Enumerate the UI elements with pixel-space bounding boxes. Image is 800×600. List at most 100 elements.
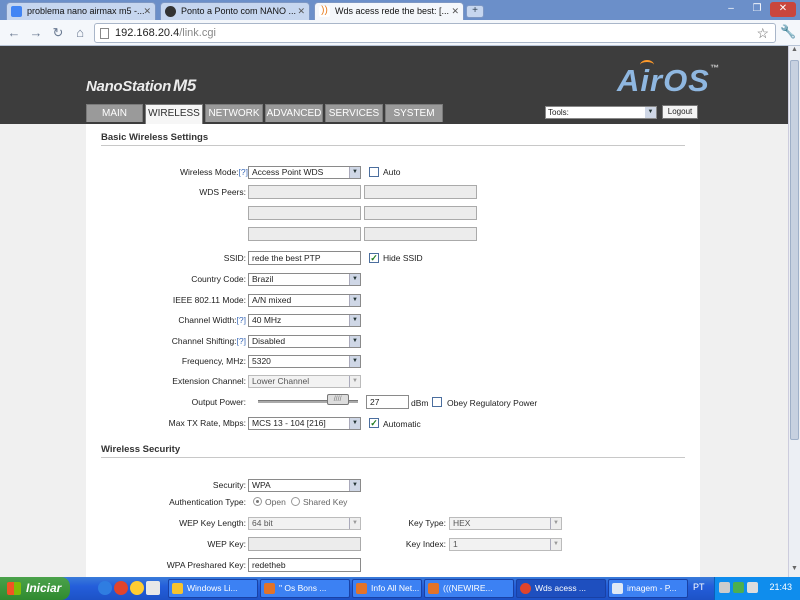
automatic-checkbox[interactable]: ✓ (369, 418, 379, 428)
page-scrollbar[interactable]: ▲ ▼ (788, 46, 800, 577)
tab-wireless[interactable]: WIRELESS (145, 104, 203, 124)
wpa-key-field[interactable]: redetheb (248, 558, 361, 572)
chevron-down-icon: ▼ (349, 376, 360, 387)
chevron-down-icon: ▼ (550, 539, 561, 550)
output-power-field[interactable]: 27 (366, 395, 409, 409)
wpa-key-label: WPA Preshared Key: (166, 560, 246, 570)
quicklaunch-icon[interactable] (146, 581, 160, 595)
new-tab-button[interactable]: + (466, 5, 484, 18)
taskbar-item[interactable]: Windows Li... (168, 579, 258, 598)
quicklaunch-icon[interactable] (130, 581, 144, 595)
auth-shared-label: Shared Key (303, 497, 348, 507)
forward-icon[interactable]: → (27, 24, 45, 42)
wds-peer-field[interactable] (364, 227, 477, 241)
wds-peer-field[interactable] (248, 206, 361, 220)
browser-tab-title: Ponto a Ponto com NANO ... (181, 6, 297, 16)
browser-tab[interactable]: problema nano airmax m5 -... ✕ (6, 2, 156, 20)
volume-icon[interactable] (747, 582, 758, 593)
extension-channel-select[interactable]: Lower Channel ▼ (248, 375, 361, 388)
browser-tab-active[interactable]: )) Wds acess rede the best: [... ✕ (314, 2, 464, 20)
wrench-icon[interactable]: 🔧 (780, 24, 796, 40)
scroll-up-icon[interactable]: ▲ (789, 46, 800, 58)
key-index-select[interactable]: 1 ▼ (449, 538, 562, 551)
wds-peers-label: WDS Peers: (199, 187, 246, 197)
chevron-down-icon: ▼ (349, 274, 360, 285)
url-text: 192.168.20.4/link.cgi (115, 27, 216, 39)
device-brand: NanoStation M5 (86, 76, 197, 95)
security-label: Security: (212, 480, 246, 490)
language-indicator[interactable]: PT (693, 582, 705, 592)
taskbar-item[interactable]: imagem - P... (608, 579, 688, 598)
tab-services[interactable]: SERVICES (325, 104, 383, 122)
chevron-down-icon: ▼ (349, 336, 360, 347)
forum-favicon-icon (165, 6, 176, 17)
taskbar-item-active[interactable]: Wds acess ... (516, 579, 606, 598)
windows-taskbar: Iniciar Windows Li... " Os Bons ... Info… (0, 577, 800, 600)
key-type-select[interactable]: HEX ▼ (449, 517, 562, 530)
close-icon[interactable]: ✕ (451, 3, 459, 20)
obey-regulatory-checkbox[interactable] (432, 397, 442, 407)
address-bar[interactable]: 192.168.20.4/link.cgi ☆ (94, 23, 776, 43)
browser-tab[interactable]: Ponto a Ponto com NANO ... ✕ (160, 2, 310, 20)
wds-peer-field[interactable] (364, 206, 477, 220)
auth-shared-radio[interactable] (291, 497, 300, 506)
security-select[interactable]: WPA ▼ (248, 479, 361, 492)
taskbar-item[interactable]: " Os Bons ... (260, 579, 350, 598)
tab-advanced[interactable]: ADVANCED (265, 104, 323, 122)
airos-header: NanoStation M5 AirOS™ MAIN WIRELESS NETWO… (0, 46, 788, 124)
section-title-security: Wireless Security (101, 444, 181, 455)
logout-button[interactable]: Logout (662, 105, 698, 119)
close-icon[interactable]: ✕ (143, 3, 151, 20)
dbm-unit-label: dBm (411, 398, 429, 408)
tools-dropdown[interactable]: Tools: ▼ (545, 106, 657, 119)
window-close-icon[interactable]: ✕ (770, 2, 796, 17)
help-link[interactable]: [?] (239, 167, 248, 177)
scroll-down-icon[interactable]: ▼ (789, 565, 800, 577)
help-link[interactable]: [?] (237, 315, 246, 325)
chrome-icon (520, 583, 531, 594)
tab-system[interactable]: SYSTEM (385, 104, 443, 122)
ieee-mode-select[interactable]: A/N mixed ▼ (248, 294, 361, 307)
tab-network[interactable]: NETWORK (205, 104, 263, 122)
reload-icon[interactable]: ↻ (49, 24, 67, 42)
chevron-down-icon: ▼ (349, 167, 360, 178)
slider-handle[interactable]: //// (326, 394, 349, 405)
star-icon[interactable]: ☆ (756, 25, 769, 42)
hide-ssid-checkbox[interactable]: ✓ (369, 253, 379, 263)
wds-peer-field[interactable] (248, 185, 361, 199)
auth-type-label: Authentication Type: (169, 497, 246, 507)
wireless-mode-label: Wireless Mode:[?] (179, 167, 248, 177)
tray-app-icon[interactable] (733, 582, 744, 593)
taskbar-item[interactable]: (((NEWIRE... (424, 579, 514, 598)
chrome-icon[interactable] (114, 581, 128, 595)
folder-icon (172, 583, 183, 594)
wds-peer-field[interactable] (364, 185, 477, 199)
help-link[interactable]: [?] (237, 336, 246, 346)
back-icon[interactable]: ← (5, 24, 23, 42)
start-button[interactable]: Iniciar (0, 577, 70, 600)
extension-channel-label: Extension Channel: (172, 376, 246, 386)
scrollbar-thumb[interactable] (790, 60, 799, 440)
wds-peer-field[interactable] (248, 227, 361, 241)
channel-shifting-select[interactable]: Disabled ▼ (248, 335, 361, 348)
frequency-select[interactable]: 5320 ▼ (248, 355, 361, 368)
country-code-select[interactable]: Brazil ▼ (248, 273, 361, 286)
home-icon[interactable]: ⌂ (71, 24, 89, 42)
close-icon[interactable]: ✕ (297, 3, 305, 20)
minimize-icon[interactable]: – (718, 2, 744, 17)
help-icon[interactable] (719, 582, 730, 593)
wireless-mode-select[interactable]: Access Point WDS ▼ (248, 166, 361, 179)
taskbar-item[interactable]: Info All Net... (352, 579, 422, 598)
ssid-field[interactable]: rede the best PTP (248, 251, 361, 265)
auto-checkbox[interactable] (369, 167, 379, 177)
maximize-icon[interactable]: ❐ (744, 2, 770, 17)
auto-label: Auto (383, 167, 401, 177)
browser-tab-title: Wds acess rede the best: [... (335, 6, 450, 16)
output-power-label: Output Power: (191, 397, 246, 407)
auth-open-radio[interactable] (253, 497, 262, 506)
max-tx-rate-select[interactable]: MCS 13 - 104 [216] ▼ (248, 417, 361, 430)
channel-width-select[interactable]: 40 MHz ▼ (248, 314, 361, 327)
tab-main[interactable]: MAIN (86, 104, 143, 122)
page-icon (100, 28, 109, 39)
ie-icon[interactable] (98, 581, 112, 595)
